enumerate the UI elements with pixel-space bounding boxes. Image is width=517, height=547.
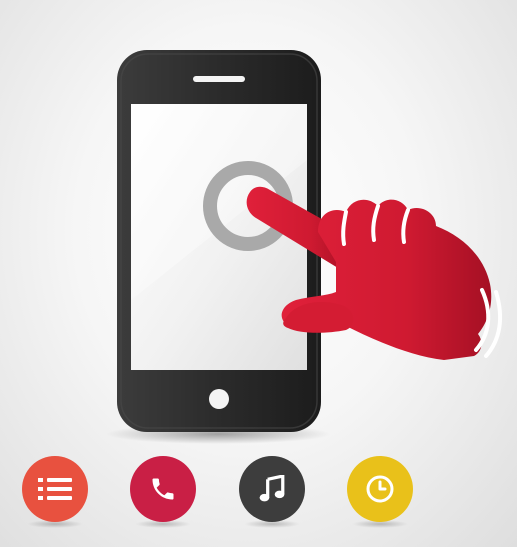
speaker-slot (193, 76, 245, 82)
illustration-canvas (0, 0, 517, 547)
home-button[interactable] (209, 389, 229, 409)
clock-app-button[interactable] (347, 456, 413, 522)
music-note-icon (259, 475, 285, 502)
clock-icon (366, 475, 394, 503)
menu-app-button[interactable] (22, 456, 88, 522)
phone-icon (152, 478, 174, 500)
app-icon-row (22, 456, 422, 532)
music-app-button[interactable] (239, 456, 305, 522)
list-icon (38, 478, 72, 500)
phone-app-button[interactable] (130, 456, 196, 522)
